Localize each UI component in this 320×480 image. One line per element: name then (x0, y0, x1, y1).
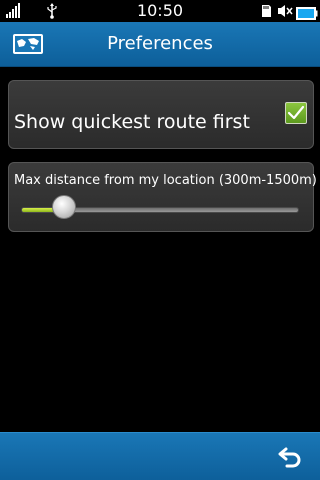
status-bar: 10:50 (0, 0, 320, 22)
battery-icon (296, 5, 318, 21)
sd-card-icon (260, 3, 272, 19)
bottom-bar (0, 432, 320, 480)
quickest-route-preference[interactable]: Show quickest route first (8, 80, 314, 149)
max-distance-preference: Max distance from my location (300m-1500… (8, 162, 317, 232)
checkmark-icon (287, 105, 305, 120)
mute-icon (277, 3, 293, 19)
preferences-screen: 10:50 Preferences Show quickest route fi… (0, 0, 320, 480)
quickest-route-label: Show quickest route first (14, 111, 250, 133)
back-button[interactable] (276, 443, 304, 471)
back-arrow-icon (278, 447, 301, 468)
max-distance-label: Max distance from my location (300m-1500… (14, 173, 317, 188)
quickest-route-checkbox[interactable] (285, 102, 307, 124)
status-time: 10:50 (136, 1, 184, 20)
page-title: Preferences (107, 33, 213, 54)
title-bar: Preferences (0, 22, 320, 67)
